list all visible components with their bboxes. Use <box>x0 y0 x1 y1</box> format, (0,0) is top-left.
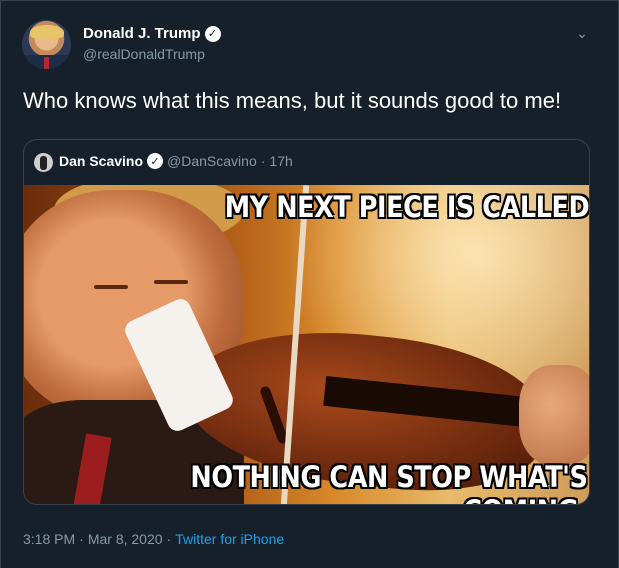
meme-eye-right <box>154 280 188 284</box>
tweet-meta: 3:18 PM · Mar 8, 2020 · Twitter for iPho… <box>23 531 284 547</box>
avatar[interactable] <box>22 20 71 69</box>
chevron-down-icon[interactable]: ⌄ <box>573 24 591 42</box>
author-display-name[interactable]: Donald J. Trump <box>83 25 201 42</box>
meme-bottom-text: NOTHING CAN STOP WHAT'S COMING. <box>190 460 588 504</box>
quoted-author-row: Dan Scavino ✓ @DanScavino · 17h <box>59 153 293 169</box>
quoted-display-name[interactable]: Dan Scavino <box>59 153 143 169</box>
quoted-avatar[interactable] <box>34 153 53 172</box>
verified-badge-icon: ✓ <box>147 153 164 169</box>
tweet-date[interactable]: Mar 8, 2020 <box>88 531 163 547</box>
meme-hand <box>519 365 589 465</box>
avatar-hair <box>30 25 64 39</box>
tweet-card: Donald J. Trump ✓ @realDonaldTrump ⌄ Who… <box>0 0 619 568</box>
meta-separator: · <box>166 531 172 547</box>
quoted-handle[interactable]: @DanScavino <box>167 153 257 169</box>
meme-top-text: MY NEXT PIECE IS CALLED <box>224 190 590 224</box>
quoted-separator: · <box>260 153 266 169</box>
quoted-avatar-figure <box>40 156 47 170</box>
tweet-text: Who knows what this means, but it sounds… <box>23 88 562 113</box>
quoted-time[interactable]: 17h <box>269 153 292 169</box>
meta-separator: · <box>79 531 84 547</box>
meme-image[interactable]: MY NEXT PIECE IS CALLED NOTHING CAN STOP… <box>24 185 590 504</box>
author-handle[interactable]: @realDonaldTrump <box>83 46 205 62</box>
avatar-tie <box>44 57 49 69</box>
author-name-row: Donald J. Trump ✓ <box>83 25 221 42</box>
tweet-time[interactable]: 3:18 PM <box>23 531 75 547</box>
quoted-tweet[interactable]: Dan Scavino ✓ @DanScavino · 17h MY NEXT … <box>23 139 590 505</box>
meme-eye-left <box>94 285 128 289</box>
tweet-source-link[interactable]: Twitter for iPhone <box>175 531 284 547</box>
verified-badge-icon: ✓ <box>204 25 221 42</box>
